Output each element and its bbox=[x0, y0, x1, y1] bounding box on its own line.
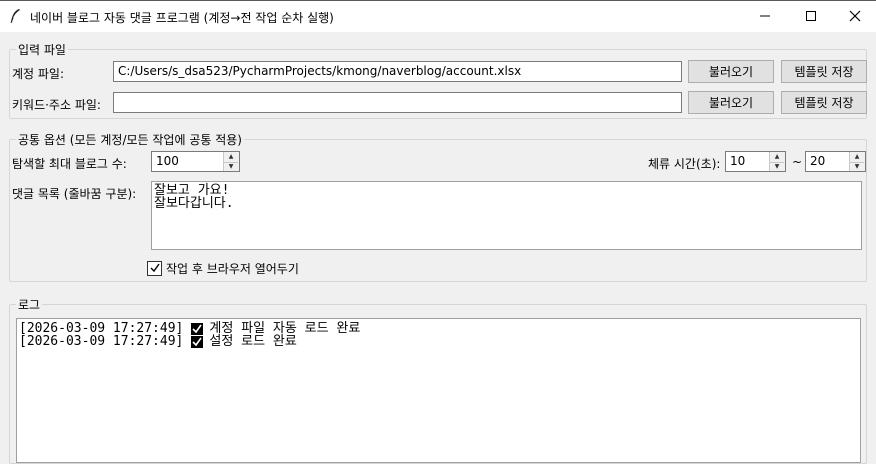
keyword-file-field[interactable] bbox=[113, 92, 682, 113]
close-icon bbox=[849, 10, 861, 25]
max-blogs-label: 탐색할 최대 블로그 수: bbox=[12, 157, 127, 171]
stay-max-value: 20 bbox=[810, 154, 826, 168]
log-legend: 로그 bbox=[16, 296, 43, 313]
log-line: [2026-03-09 17:27:49] 설정 로드 완료 bbox=[19, 335, 858, 348]
max-blogs-value: 100 bbox=[156, 154, 179, 168]
comments-textarea[interactable]: 잘보고 가요! 잘보다갑니다. bbox=[151, 181, 862, 250]
stay-min-spinbox[interactable]: 10 ▲ ▼ bbox=[725, 151, 786, 172]
max-blogs-spinbox[interactable]: 100 ▲ ▼ bbox=[151, 151, 240, 172]
account-template-save-button[interactable]: 템플릿 저장 bbox=[781, 60, 867, 83]
spin-down-icon[interactable]: ▼ bbox=[850, 162, 864, 172]
title-bar: 네이버 블로그 자동 댓글 프로그램 (계정→전 작업 순차 실행) bbox=[0, 0, 876, 32]
close-button[interactable] bbox=[832, 2, 876, 32]
check-mark-icon bbox=[191, 335, 204, 348]
log-timestamp: [2026-03-09 17:27:49] bbox=[19, 334, 184, 349]
account-file-label: 계정 파일: bbox=[12, 67, 65, 81]
keyword-load-button[interactable]: 불러오기 bbox=[688, 91, 774, 114]
input-files-legend: 입력 파일 bbox=[16, 41, 68, 58]
keep-browser-label: 작업 후 브라우저 열어두기 bbox=[166, 262, 299, 276]
maximize-icon bbox=[805, 10, 817, 25]
account-file-field[interactable]: C:/Users/s_dsa523/PycharmProjects/kmong/… bbox=[113, 61, 682, 82]
comment-line: 잘보고 가요! bbox=[154, 183, 230, 198]
spin-down-icon[interactable]: ▼ bbox=[770, 162, 784, 172]
maximize-button[interactable] bbox=[788, 2, 834, 32]
account-load-button[interactable]: 불러오기 bbox=[688, 60, 774, 83]
log-message: 설정 로드 완료 bbox=[209, 334, 297, 349]
stay-range-tilde: ~ bbox=[792, 155, 803, 169]
stay-min-value: 10 bbox=[730, 154, 746, 168]
checkmark-icon bbox=[150, 262, 160, 276]
comment-line: 잘보다갑니다. bbox=[154, 196, 234, 211]
keyword-file-label: 키워드·주소 파일: bbox=[12, 98, 101, 112]
minimize-icon bbox=[759, 10, 771, 25]
stay-time-label: 체류 시간(초): bbox=[648, 157, 721, 171]
stay-max-spinbox[interactable]: 20 ▲ ▼ bbox=[805, 151, 866, 172]
spin-down-icon[interactable]: ▼ bbox=[224, 162, 238, 172]
keep-browser-checkbox[interactable]: 작업 후 브라우저 열어두기 bbox=[147, 260, 299, 277]
feather-icon bbox=[8, 8, 22, 24]
window-title: 네이버 블로그 자동 댓글 프로그램 (계정→전 작업 순차 실행) bbox=[30, 11, 334, 25]
checkbox-box[interactable] bbox=[147, 261, 162, 276]
common-options-legend: 공통 옵션 (모든 계정/모든 작업에 공통 적용) bbox=[16, 131, 244, 148]
minimize-button[interactable] bbox=[742, 2, 788, 32]
check-mark-icon bbox=[191, 322, 204, 335]
keyword-template-save-button[interactable]: 템플릿 저장 bbox=[781, 91, 867, 114]
log-textarea[interactable]: [2026-03-09 17:27:49] 계정 파일 자동 로드 완료 [20… bbox=[16, 318, 861, 463]
comments-label: 댓글 목록 (줄바꿈 구분): bbox=[12, 187, 137, 201]
